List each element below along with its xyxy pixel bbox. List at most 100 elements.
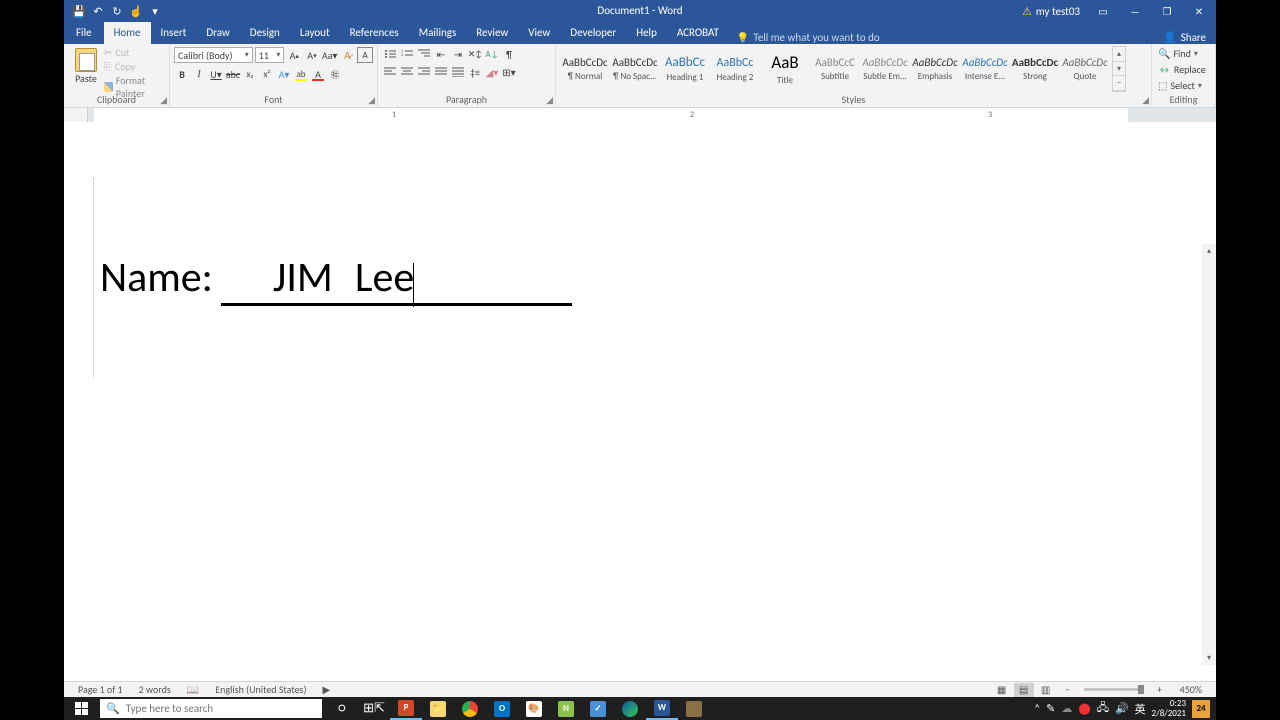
tab-insert[interactable]: Insert	[151, 22, 197, 44]
undo-button[interactable]: ↶	[89, 2, 107, 20]
style--no-spac-[interactable]: AaBbCcDc¶ No Spac...	[610, 46, 660, 92]
copy-button[interactable]: ⎘Copy	[104, 60, 169, 73]
taskbar-chrome[interactable]	[454, 697, 486, 720]
cortana-button[interactable]: ○	[326, 697, 358, 720]
align-left-button[interactable]	[382, 64, 398, 80]
spell-check-status[interactable]: 📖	[179, 683, 207, 696]
change-case-button[interactable]: Aa▾	[322, 47, 338, 63]
document-content[interactable]: Name: JIMLee	[100, 252, 572, 306]
tab-references[interactable]: References	[340, 22, 409, 44]
language-status[interactable]: English (United States)	[207, 683, 314, 696]
scroll-up-button[interactable]: ▴	[1202, 244, 1216, 258]
enclose-characters-button[interactable]: ㊓	[327, 66, 343, 82]
web-layout-button[interactable]: ▥	[1036, 683, 1056, 697]
style-strong[interactable]: AaBbCcDcStrong	[1010, 46, 1060, 92]
style-heading-1[interactable]: AaBbCcHeading 1	[660, 46, 710, 92]
text-effects-button[interactable]: A▾	[276, 66, 292, 82]
zoom-thumb[interactable]	[1138, 685, 1144, 694]
taskbar-powerpoint[interactable]: P	[390, 697, 422, 720]
shrink-font-button[interactable]: A▾	[304, 47, 320, 63]
tab-home[interactable]: Home	[104, 22, 151, 44]
touch-mode-button[interactable]: ☝	[127, 2, 145, 20]
decrease-indent-button[interactable]: ⇤	[433, 46, 449, 62]
qat-customize[interactable]: ▾	[146, 2, 164, 20]
zoom-slider[interactable]	[1084, 688, 1144, 691]
style-intense-e-[interactable]: AaBbCcDcIntense E...	[960, 46, 1010, 92]
zoom-level[interactable]: 450%	[1172, 683, 1210, 696]
multilevel-list-button[interactable]	[416, 46, 432, 62]
page-number-status[interactable]: Page 1 of 1	[70, 683, 131, 696]
taskbar-outlook[interactable]: O	[486, 697, 518, 720]
taskbar-explorer[interactable]: 📁	[422, 697, 454, 720]
ribbon-display-options[interactable]: ▭	[1088, 0, 1118, 22]
style--normal[interactable]: AaBbCcDc¶ Normal	[560, 46, 610, 92]
borders-button[interactable]: ⊞▾	[501, 64, 517, 80]
grow-font-button[interactable]: A▴	[286, 47, 302, 63]
style-title[interactable]: AaBTitle	[760, 46, 810, 92]
phonetic-guide-button[interactable]: A	[357, 47, 373, 63]
increase-indent-button[interactable]: ⇥	[450, 46, 466, 62]
font-dialog-launcher[interactable]: ◢	[368, 95, 375, 106]
distributed-button[interactable]	[450, 64, 466, 80]
clear-formatting-button[interactable]: A̷	[340, 47, 356, 63]
tab-developer[interactable]: Developer	[560, 22, 626, 44]
font-size-combo[interactable]: 11▾	[255, 47, 285, 63]
styles-dialog-launcher[interactable]: ◢	[1142, 95, 1149, 106]
zoom-in-button[interactable]: +	[1150, 683, 1170, 697]
cut-button[interactable]: ✂Cut	[104, 46, 169, 59]
taskbar-word[interactable]: W	[646, 697, 678, 720]
italic-button[interactable]: I	[191, 66, 207, 82]
style-quote[interactable]: AaBbCcDcQuote	[1060, 46, 1110, 92]
align-center-button[interactable]	[399, 64, 415, 80]
style-emphasis[interactable]: AaBbCcDcEmphasis	[910, 46, 960, 92]
numbering-button[interactable]: 12	[399, 46, 415, 62]
save-button[interactable]: 💾	[70, 2, 88, 20]
superscript-button[interactable]: x²	[259, 66, 275, 82]
taskbar-notepadpp[interactable]: N	[550, 697, 582, 720]
close-button[interactable]: ✕	[1184, 0, 1214, 22]
print-layout-button[interactable]: ▤	[1014, 683, 1034, 697]
macro-status[interactable]: ▶	[315, 683, 339, 696]
tray-ime[interactable]: 英	[1135, 701, 1146, 717]
taskbar-edge[interactable]	[614, 697, 646, 720]
taskbar-app[interactable]	[678, 697, 710, 720]
tab-view[interactable]: View	[518, 22, 560, 44]
redo-button[interactable]: ↻	[108, 2, 126, 20]
highlight-button[interactable]: ab	[293, 66, 309, 82]
clipboard-dialog-launcher[interactable]: ◢	[160, 95, 167, 106]
tray-network[interactable]: 🖧	[1097, 699, 1109, 718]
bold-button[interactable]: B	[174, 66, 190, 82]
document-page[interactable]: Name: JIMLee	[88, 122, 1202, 681]
strikethrough-button[interactable]: abc	[225, 66, 241, 82]
taskbar-clock[interactable]: 0:23 2/8/2021	[1152, 699, 1186, 719]
asian-layout-button[interactable]: ✕↕	[467, 46, 483, 62]
underline-button[interactable]: U▾	[208, 66, 224, 82]
tab-help[interactable]: Help	[626, 22, 667, 44]
read-mode-button[interactable]: ▦	[992, 683, 1012, 697]
sort-button[interactable]: A↓	[484, 46, 500, 62]
justify-button[interactable]	[433, 64, 449, 80]
taskbar-paint[interactable]: 🎨	[518, 697, 550, 720]
scroll-track[interactable]	[1202, 258, 1216, 651]
taskbar-todo[interactable]: ✓	[582, 697, 614, 720]
paragraph-dialog-launcher[interactable]: ◢	[546, 95, 553, 106]
tab-mailings[interactable]: Mailings	[409, 22, 467, 44]
minimize-button[interactable]: —	[1120, 0, 1150, 22]
share-button[interactable]: 👤 Share	[1153, 31, 1216, 44]
line-spacing-button[interactable]: ‡≡	[467, 64, 483, 80]
tab-file[interactable]: File	[64, 22, 104, 44]
start-button[interactable]	[64, 697, 98, 720]
zoom-out-button[interactable]: −	[1058, 683, 1078, 697]
tell-me-search[interactable]: 💡 Tell me what you want to do	[729, 31, 888, 44]
subscript-button[interactable]: x₂	[242, 66, 258, 82]
taskbar-search[interactable]: 🔍Type here to search	[100, 699, 322, 718]
account-button[interactable]: ⚠ my test03	[1016, 5, 1086, 18]
tray-chevron[interactable]: ˄	[1034, 702, 1040, 715]
horizontal-ruler[interactable]: 1 2 3	[64, 108, 1216, 122]
tab-acrobat[interactable]: ACROBAT	[667, 22, 729, 44]
show-hide-button[interactable]: ¶	[501, 46, 517, 62]
action-center-button[interactable]: 24	[1192, 700, 1210, 718]
style-subtitle[interactable]: AaBbCcCSubtitle	[810, 46, 860, 92]
styles-more-button[interactable]: ▴▾⎯	[1112, 46, 1126, 92]
tray-volume[interactable]: 🔊	[1115, 702, 1129, 715]
